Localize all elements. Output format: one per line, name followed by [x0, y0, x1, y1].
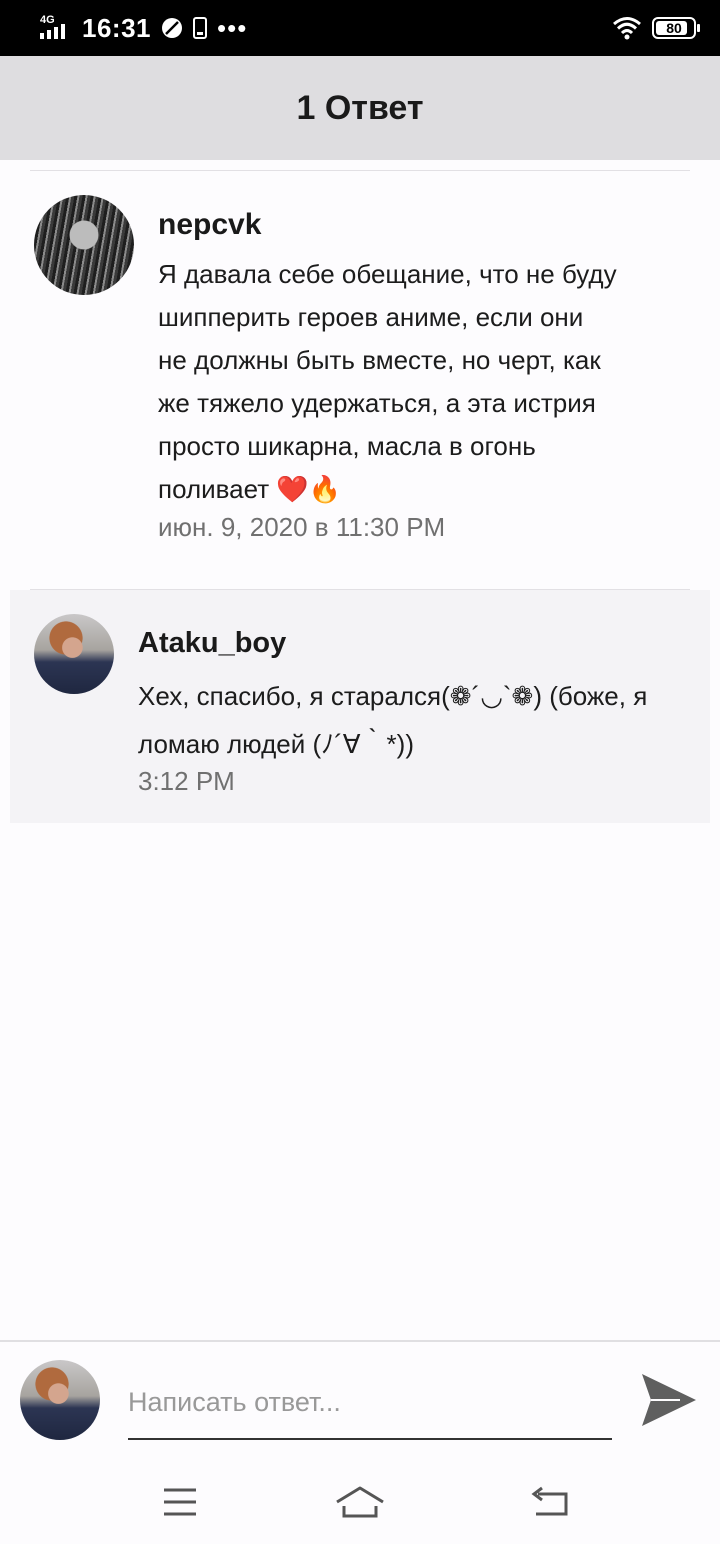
clock: 16:31: [82, 12, 151, 43]
comment-text-line: поливает ❤️🔥: [158, 474, 342, 504]
comment-text-line: просто шикарна, масла в огонь: [158, 431, 536, 461]
reply-text-line: Хех, спасибо, я старался(❁´◡`❁) (боже, я: [138, 681, 648, 711]
avatar[interactable]: [34, 614, 114, 694]
avatar: [20, 1360, 100, 1440]
comment-text-line: шипперить героев аниме, если они: [158, 302, 584, 332]
home-icon[interactable]: [334, 1482, 386, 1522]
phone-icon: [193, 17, 207, 39]
comment-text-line: Я давала себе обещание, что не буду: [158, 259, 617, 289]
send-icon[interactable]: [640, 1372, 698, 1428]
menu-icon[interactable]: [154, 1482, 206, 1522]
comment-text-line: же тяжело удержаться, а эта истрия: [158, 388, 596, 418]
reply-username[interactable]: Ataku_boy: [138, 627, 286, 660]
avatar[interactable]: [34, 195, 134, 295]
reply-input[interactable]: [128, 1366, 612, 1440]
battery-icon: 80: [652, 17, 700, 39]
leaf-icon: [162, 18, 182, 38]
cellular-signal-icon: 4G: [40, 15, 72, 41]
composer-divider: [0, 1340, 720, 1342]
page-header: 1 Ответ: [0, 56, 720, 160]
back-icon[interactable]: [526, 1482, 578, 1522]
divider: [30, 170, 690, 171]
wifi-icon: [613, 17, 641, 40]
comment-timestamp: июн. 9, 2020 в 11:30 PM: [158, 512, 446, 542]
status-bar: 4G 16:31 ••• 80: [0, 0, 720, 56]
more-notifications-icon: •••: [217, 13, 248, 43]
comment-text-line: не должны быть вместе, но черт, как: [158, 345, 601, 375]
page-title: 1 Ответ: [296, 88, 424, 127]
reply-timestamp: 3:12 PM: [138, 766, 235, 796]
battery-level: 80: [666, 20, 682, 36]
reply-text-line: ломаю людей (ﾉ´∀｀*)): [138, 729, 414, 759]
comment-username[interactable]: nepcvk: [158, 208, 261, 242]
